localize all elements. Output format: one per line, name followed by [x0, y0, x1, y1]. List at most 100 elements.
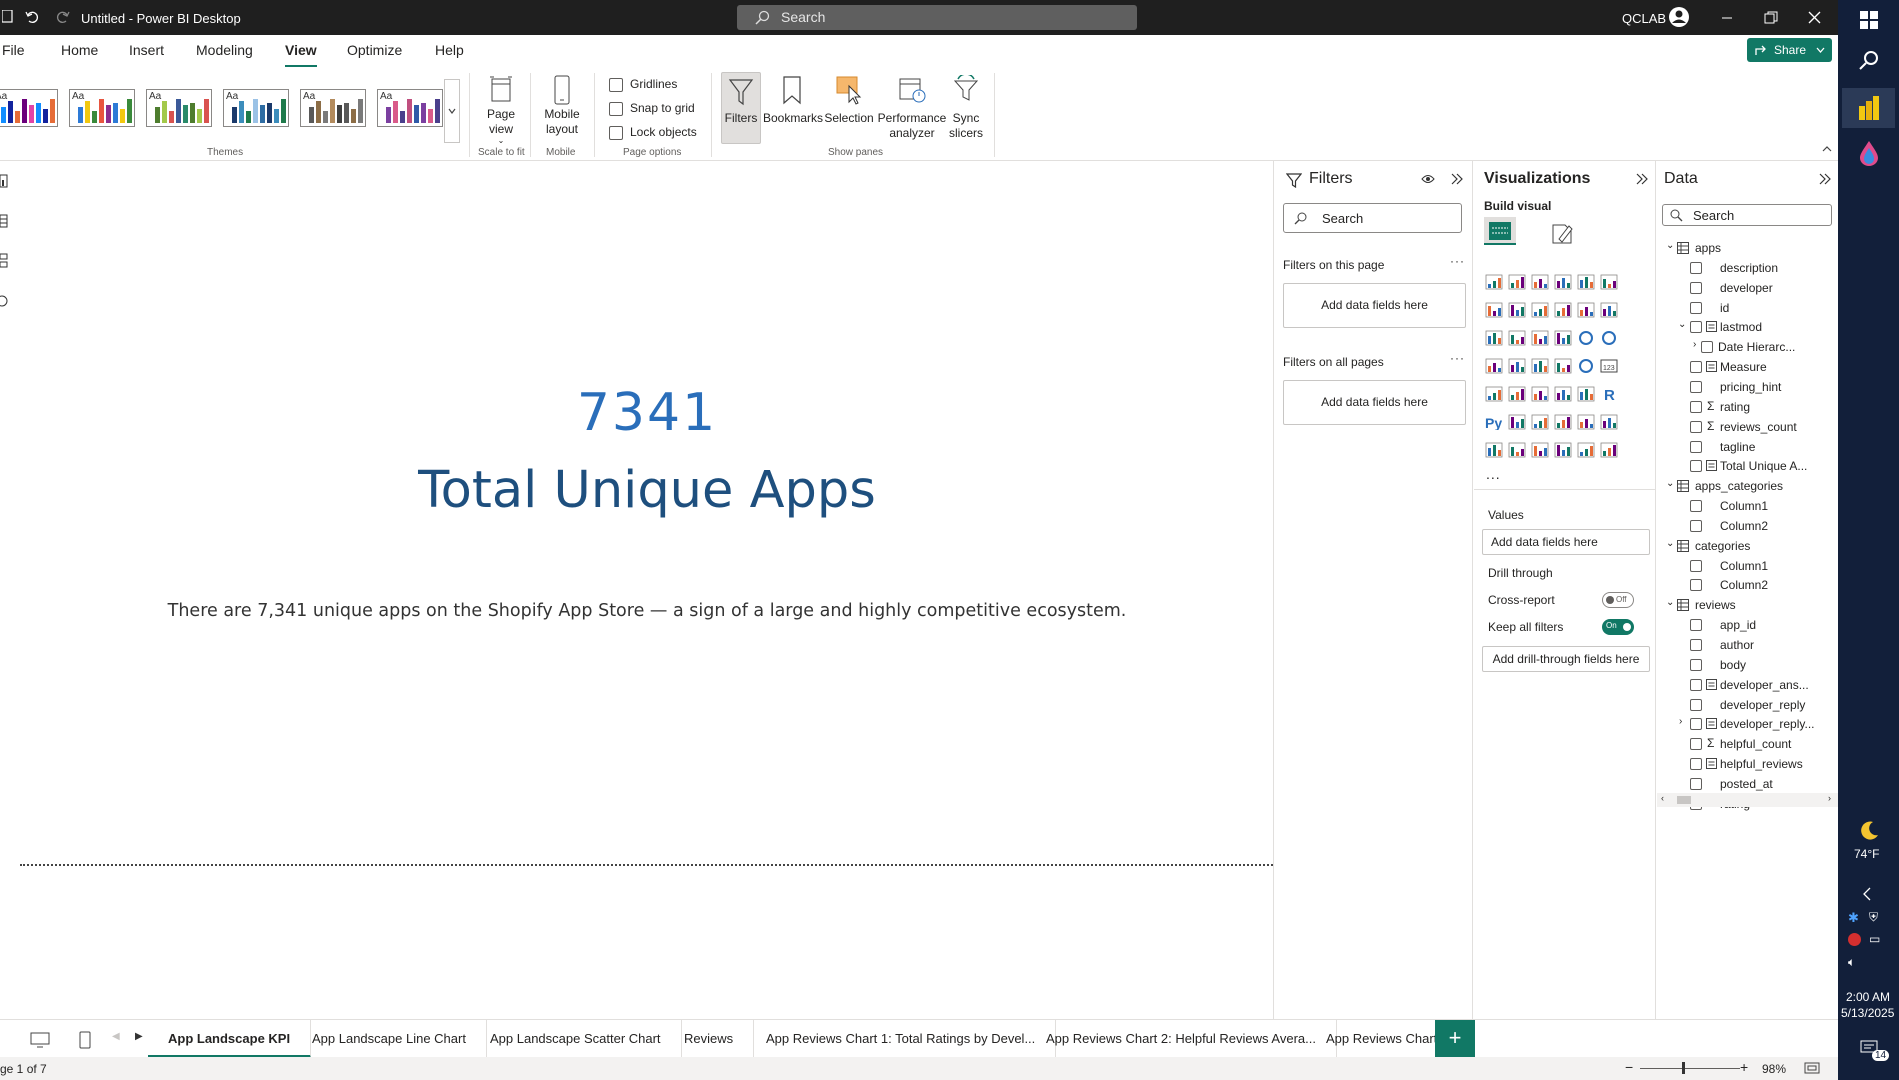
- drill-through-well[interactable]: Add drill-through fields here: [1482, 646, 1650, 672]
- field-checkbox[interactable]: [1690, 500, 1702, 513]
- data-field[interactable]: tagline: [1657, 436, 1837, 458]
- windows-start-icon[interactable]: [1860, 11, 1878, 29]
- collapse-pane-icon[interactable]: [1819, 173, 1831, 185]
- field-checkbox[interactable]: [1690, 559, 1702, 572]
- field-checkbox[interactable]: [1690, 440, 1702, 453]
- tab-home[interactable]: Home: [61, 42, 98, 58]
- page-tab[interactable]: App Landscape KPI: [148, 1020, 312, 1058]
- filters-on-page-well[interactable]: Add data fields here: [1283, 283, 1466, 328]
- page-tab[interactable]: Reviews: [664, 1020, 755, 1058]
- data-field[interactable]: app_id: [1657, 614, 1837, 636]
- more-options-icon[interactable]: ···: [1450, 254, 1465, 268]
- next-page-icon[interactable]: ▶: [135, 1031, 143, 1042]
- python-visual-icon[interactable]: Py: [1485, 414, 1503, 430]
- build-visual-tab[interactable]: [1484, 217, 1516, 245]
- restore-icon[interactable]: [1764, 11, 1778, 25]
- taskbar-powerbi-app[interactable]: [1842, 88, 1895, 128]
- data-field[interactable]: Measure: [1657, 356, 1837, 378]
- data-table[interactable]: ⌄ apps_categories: [1657, 475, 1837, 497]
- close-icon[interactable]: [1808, 11, 1821, 24]
- clock-date[interactable]: 5/13/2025: [1841, 1006, 1894, 1020]
- field-checkbox[interactable]: [1690, 420, 1702, 433]
- map-icon[interactable]: [1508, 358, 1526, 374]
- field-checkbox[interactable]: [1701, 341, 1713, 354]
- narrative-icon[interactable]: [1577, 414, 1595, 430]
- field-checkbox[interactable]: [1690, 519, 1702, 532]
- kpi-card-value[interactable]: 7341: [20, 383, 1274, 443]
- field-checkbox[interactable]: [1690, 619, 1702, 632]
- pie-chart-icon[interactable]: [1577, 330, 1595, 346]
- tab-file[interactable]: File: [2, 42, 25, 58]
- data-field[interactable]: Σrating: [1657, 396, 1837, 418]
- page-view-button[interactable]: Page view ⌄: [478, 75, 524, 145]
- chevron-down-icon[interactable]: ⌄: [1666, 478, 1674, 489]
- kpi-icon[interactable]: [1508, 386, 1526, 402]
- more-options-icon[interactable]: ···: [1450, 351, 1465, 365]
- field-checkbox[interactable]: [1690, 579, 1702, 592]
- data-field[interactable]: Column2: [1657, 574, 1837, 596]
- 100-stacked-column-chart-icon[interactable]: [1600, 274, 1618, 290]
- collapse-pane-icon[interactable]: [1451, 173, 1463, 185]
- data-field[interactable]: Total Unique A...: [1657, 455, 1837, 477]
- report-canvas[interactable]: 7341 Total Unique Apps There are 7,341 u…: [20, 161, 1274, 1019]
- add-page-button[interactable]: +: [1435, 1020, 1475, 1058]
- 100-stacked-area-chart-icon[interactable]: [1554, 302, 1572, 318]
- data-field[interactable]: Column1: [1657, 495, 1837, 517]
- page-tab[interactable]: App Landscape Line Chart: [292, 1020, 487, 1058]
- cross-report-toggle[interactable]: Off: [1602, 592, 1634, 608]
- prev-page-icon[interactable]: ◀: [112, 1031, 120, 1042]
- field-checkbox[interactable]: [1690, 301, 1702, 314]
- page-tab[interactable]: App Landscape Scatter Chart: [470, 1020, 682, 1058]
- chevron-left-icon[interactable]: [1862, 887, 1872, 901]
- field-checkbox[interactable]: [1690, 777, 1702, 790]
- chevron-down-icon[interactable]: ⌄: [1678, 319, 1686, 330]
- kpi-description-text[interactable]: There are 7,341 unique apps on the Shopi…: [20, 601, 1274, 621]
- data-field[interactable]: developer_ans...: [1657, 674, 1837, 696]
- filled-map-icon[interactable]: [1531, 358, 1549, 374]
- data-table[interactable]: ⌄ apps: [1657, 237, 1837, 259]
- page-tab[interactable]: App Reviews Chart 1: Total Ratings by De…: [746, 1020, 1057, 1058]
- chevron-right-icon[interactable]: ›: [1679, 716, 1682, 727]
- donut-chart-icon[interactable]: [1600, 330, 1618, 346]
- zoom-slider[interactable]: [1640, 1068, 1740, 1069]
- global-search[interactable]: Search: [737, 5, 1137, 30]
- redo-icon[interactable]: [56, 10, 70, 24]
- data-field[interactable]: description: [1657, 257, 1837, 279]
- zoom-out-button[interactable]: −: [1625, 1059, 1633, 1075]
- field-checkbox[interactable]: [1690, 361, 1702, 374]
- ribbon-chart-icon[interactable]: [1485, 330, 1503, 346]
- data-field[interactable]: › developer_reply...: [1657, 713, 1837, 735]
- theme-swatch[interactable]: Aa: [146, 89, 212, 127]
- zoom-in-button[interactable]: +: [1740, 1059, 1748, 1075]
- filters-pane-button[interactable]: Filters: [721, 72, 761, 144]
- gauge-icon[interactable]: [1577, 358, 1595, 374]
- power-apps-icon[interactable]: [1508, 442, 1526, 458]
- fit-to-page-icon[interactable]: [1804, 1062, 1820, 1074]
- tray-shield-icon[interactable]: ⛨: [1869, 910, 1878, 925]
- more-visuals-icon[interactable]: ...: [1486, 466, 1501, 482]
- collapse-pane-icon[interactable]: [1636, 173, 1648, 185]
- field-checkbox[interactable]: [1690, 639, 1702, 651]
- button-slicer-icon[interactable]: [1554, 442, 1572, 458]
- values-well[interactable]: Add data fields here: [1482, 529, 1650, 555]
- page-tab[interactable]: App Reviews Chart 3: [1306, 1020, 1436, 1058]
- desktop-view-icon[interactable]: [30, 1032, 50, 1048]
- themes-expand-button[interactable]: [444, 79, 460, 143]
- theme-swatch[interactable]: Aa: [377, 89, 443, 127]
- tray-app-icon[interactable]: [1848, 933, 1861, 946]
- data-field[interactable]: developer_reply: [1657, 694, 1837, 716]
- clustered-column-chart-icon[interactable]: [1554, 274, 1572, 290]
- slicer-icon[interactable]: [1531, 386, 1549, 402]
- scatter-chart-icon[interactable]: [1554, 330, 1572, 346]
- 100-stacked-bar-chart-icon[interactable]: [1577, 274, 1595, 290]
- stacked-column-chart-icon[interactable]: [1508, 274, 1526, 290]
- data-field[interactable]: author: [1657, 634, 1837, 656]
- data-field[interactable]: pricing_hint: [1657, 376, 1837, 398]
- undo-icon[interactable]: [25, 10, 39, 24]
- selection-pane-button[interactable]: Selection: [823, 75, 875, 126]
- field-checkbox[interactable]: [1690, 678, 1702, 691]
- filters-search-input[interactable]: Search: [1283, 203, 1462, 233]
- zoom-slider-thumb[interactable]: [1682, 1062, 1685, 1074]
- arrow-visual-icon[interactable]: [1600, 442, 1618, 458]
- tab-modeling[interactable]: Modeling: [196, 42, 253, 58]
